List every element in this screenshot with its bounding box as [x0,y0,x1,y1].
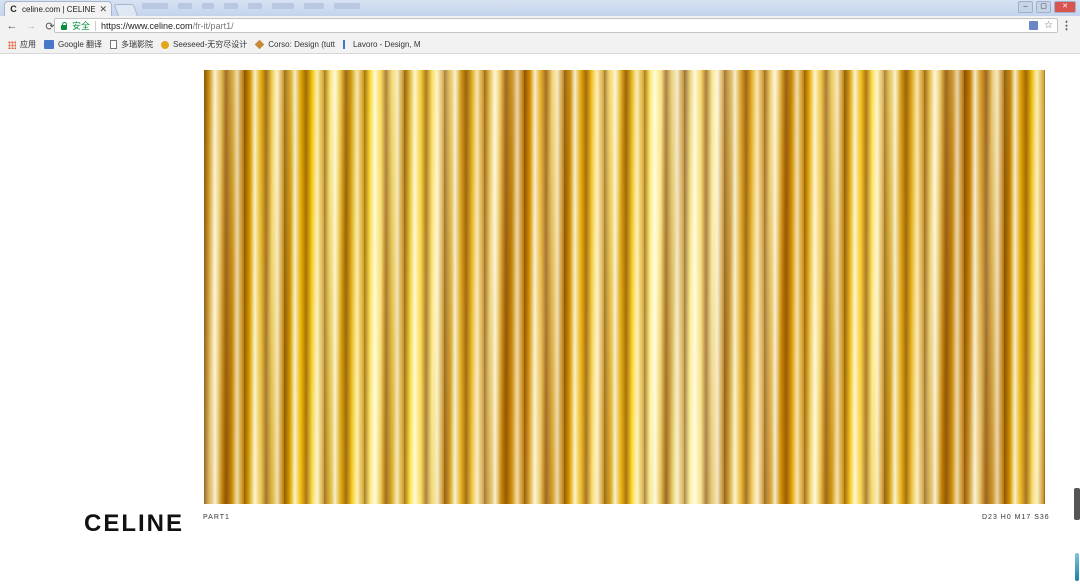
maximize-button[interactable]: ▢ [1036,1,1051,13]
gold-foil-fabric-image [204,70,1045,504]
bookmark-label: Seeseed-无穷尽设计 [173,40,248,49]
url-host: https://www.celine.com [101,20,193,31]
url-path: /fr-it/part1/ [192,20,234,31]
bookmark-corso[interactable]: Corso: Design (tutt [255,39,335,50]
seeseed-icon [161,40,170,49]
corso-icon [255,39,265,50]
lock-icon [60,21,68,30]
browser-tab-celine[interactable]: C celine.com | CELINE SI ✕ [4,1,112,16]
bookmark-seeseed[interactable]: Seeseed-无穷尽设计 [161,39,247,50]
back-button[interactable]: ← [5,19,19,33]
browser-toolbar: ← → ⟳ 安全 https://www.celine.com/fr-it/pa… [0,16,1080,36]
background-tab[interactable] [224,3,238,9]
bookmark-apps[interactable]: 应用 [8,39,36,50]
address-bar[interactable]: 安全 https://www.celine.com/fr-it/part1/ ☆ [54,18,1058,33]
browser-menu-icon[interactable]: ⋮ [1061,19,1072,32]
bookmarks-bar: 应用 Google 翻译 多瑞影院 Seeseed-无穷尽设计 Corso: D… [0,36,1080,54]
background-tabs [142,3,360,9]
bookmark-label: Google 翻译 [58,40,103,49]
scroll-indicator[interactable] [1075,553,1079,581]
scroll-handle[interactable] [1074,488,1080,520]
bookmark-label: 多瑞影院 [121,40,154,49]
lavoro-icon [342,40,349,49]
countdown-timer: D23 H0 M17 S36 [982,514,1050,521]
google-translate-icon [44,40,54,49]
apps-icon [8,40,16,49]
bookmark-duorui[interactable]: 多瑞影院 [110,39,153,50]
background-tab[interactable] [272,3,294,9]
bookmark-label: Corso: Design (tutt [268,40,335,49]
bookmark-star-icon[interactable]: ☆ [1044,20,1053,31]
background-tab[interactable] [248,3,262,9]
tab-title: celine.com | CELINE SI [22,4,96,14]
window-close-button[interactable]: ✕ [1054,1,1076,13]
browser-tab-strip: C celine.com | CELINE SI ✕ – ▢ ✕ [0,0,1080,17]
address-divider [95,20,97,31]
background-tab[interactable] [178,3,192,9]
background-tab[interactable] [334,3,360,9]
part-label: PART1 [203,514,230,521]
background-tab[interactable] [202,3,214,9]
celine-logo[interactable]: CELINE [84,510,184,538]
celine-favicon-icon: C [10,4,17,14]
window-controls: – ▢ ✕ [1018,1,1076,13]
document-icon [110,40,118,49]
forward-button[interactable]: → [24,19,38,33]
background-tab[interactable] [304,3,324,9]
tab-close-icon[interactable]: ✕ [99,4,107,15]
address-bar-actions: ☆ [1029,20,1053,31]
bookmark-google-translate[interactable]: Google 翻译 [44,39,102,50]
bookmark-label: 应用 [20,40,36,49]
minimize-button[interactable]: – [1018,1,1033,13]
background-tab[interactable] [142,3,168,9]
bookmark-lavoro[interactable]: Lavoro - Design, M [342,40,421,49]
bookmark-label: Lavoro - Design, M [352,40,421,49]
translate-icon[interactable] [1029,21,1039,30]
secure-label: 安全 [72,21,91,31]
